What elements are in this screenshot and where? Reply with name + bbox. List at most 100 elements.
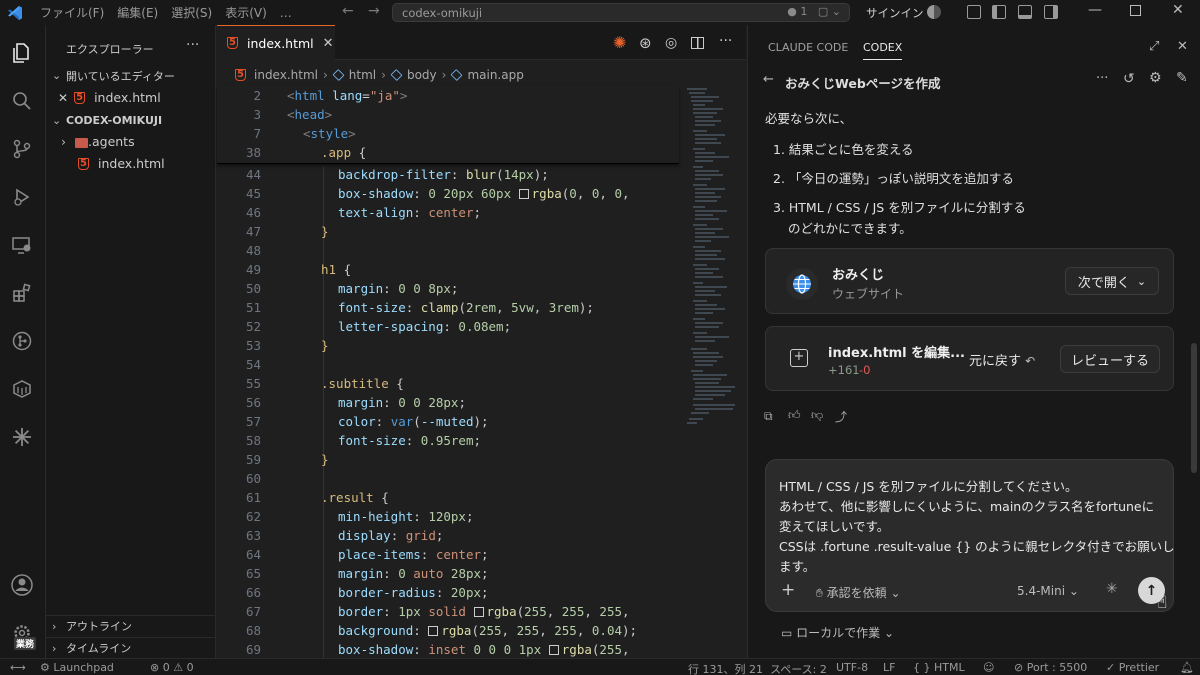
thumbs-up-icon[interactable]: 👍︎ — [788, 408, 801, 423]
sticky-scroll[interactable]: 2 <html lang="ja"> 3 <head> 7 <style> 38… — [217, 86, 679, 164]
attach-plus-icon[interactable]: + — [781, 580, 795, 600]
more-actions-icon[interactable]: ··· — [186, 37, 199, 53]
extensions-icon[interactable] — [8, 279, 36, 307]
close-window-icon[interactable]: ✕ — [1172, 2, 1184, 18]
cursor-position[interactable]: 行 131、列 21 — [688, 661, 763, 675]
search-icon[interactable] — [8, 87, 36, 115]
code-line: h1 { — [321, 262, 352, 277]
line-ending[interactable]: LF — [883, 661, 895, 674]
menu-file[interactable]: ファイル(F) — [40, 4, 104, 21]
back-arrow-icon[interactable]: ← — [342, 3, 354, 19]
problems-indicator[interactable]: ⊗ 0 ⚠ 0 — [150, 661, 194, 674]
menu-more[interactable]: … — [280, 6, 292, 20]
live-server-port[interactable]: ⊘ Port : 5500 — [1014, 661, 1087, 674]
layout-customize-icon[interactable] — [967, 5, 981, 19]
toggle-secondary-sidebar-icon[interactable] — [1044, 5, 1058, 19]
launchpad-button[interactable]: ⚙ Launchpad — [40, 661, 114, 674]
breadcrumb: 5 index.html › html › body › main.app — [217, 64, 524, 86]
gitlens-icon[interactable] — [8, 327, 36, 355]
explorer-icon[interactable] — [8, 39, 36, 67]
back-arrow-icon[interactable]: ← — [763, 72, 774, 87]
account-icon[interactable] — [8, 571, 36, 599]
prompt-text-line: HTML / CSS / JS を別ファイルに分割してください。 — [779, 479, 1078, 494]
activity-bar: 業務 — [0, 25, 46, 658]
new-chat-icon[interactable]: ✎ — [1176, 70, 1188, 86]
model-dropdown[interactable]: 5.4-Mini ⌄ — [1017, 584, 1079, 598]
code-line: <head> — [287, 107, 333, 122]
outline-section[interactable]: › アウトライン — [46, 615, 216, 636]
menu-selection[interactable]: 選択(S) — [171, 4, 212, 21]
claude-icon[interactable] — [8, 423, 36, 451]
source-control-icon[interactable] — [8, 135, 36, 163]
notifications-bell-icon[interactable]: 🔔︎ — [1180, 661, 1194, 674]
prompt-composer[interactable]: HTML / CSS / JS を別ファイルに分割してください。 あわせて、他に… — [765, 459, 1175, 613]
split-editor-icon[interactable] — [691, 37, 704, 49]
open-with-label: 次で開く — [1077, 275, 1130, 291]
code-editor[interactable]: 44 backdrop-filter: blur(14px); 45 box-s… — [217, 86, 679, 658]
assistant-intro: 必要なら次に、 — [765, 111, 853, 126]
indentation[interactable]: スペース: 2 — [770, 661, 827, 675]
tab-index-html[interactable]: 5 index.html ✕ — [217, 25, 335, 60]
run-debug-icon[interactable] — [8, 183, 36, 211]
copy-icon[interactable]: ⧉ — [764, 409, 773, 424]
review-button[interactable]: レビューする — [1060, 345, 1160, 373]
account-shield-icon[interactable] — [927, 5, 941, 19]
timeline-section[interactable]: › タイムライン — [46, 637, 216, 658]
history-icon[interactable]: ↺ — [1123, 71, 1135, 87]
copilot-icon[interactable]: ☺ — [983, 661, 994, 674]
close-panel-icon[interactable]: ✕ — [1177, 39, 1188, 54]
forward-arrow-icon[interactable]: → — [368, 3, 380, 19]
line-number: 3 — [253, 107, 261, 122]
tab-claude-code[interactable]: CLAUDE CODE — [768, 41, 848, 54]
chat-icon[interactable]: ▢ — [818, 5, 828, 18]
settings-gear-icon[interactable]: ⚙ — [1149, 70, 1162, 86]
undo-button[interactable]: 元に戻す ↶ — [969, 350, 1035, 369]
openai-action-icon[interactable]: ⊛ — [639, 34, 652, 52]
tab-codex[interactable]: CODEX — [863, 41, 903, 60]
open-editors-section[interactable]: ⌄ 開いているエディター — [46, 65, 216, 86]
chevron-down-icon: ⌄ — [890, 586, 901, 600]
remote-indicator-icon[interactable]: ⟷ — [10, 661, 26, 674]
minimap[interactable] — [687, 86, 739, 486]
reasoning-sparkle-icon[interactable]: ✳ — [1106, 581, 1118, 597]
menu-view[interactable]: 表示(V) — [225, 4, 267, 21]
close-tab-icon[interactable]: ✕ — [323, 36, 334, 51]
local-work-dropdown[interactable]: ▭ ローカルで作業 ⌄ — [781, 624, 894, 641]
editor-more-icon[interactable]: ··· — [719, 33, 732, 49]
command-center-search[interactable]: codex-omikuji ● 1 ▢ ⌄ — [392, 3, 850, 22]
toggle-panel-icon[interactable] — [1018, 5, 1032, 19]
claude-action-icon[interactable]: ✺ — [613, 33, 626, 52]
edit-card-title: index.html を編集... — [828, 346, 965, 361]
menu-edit[interactable]: 編集(E) — [117, 4, 158, 21]
minimize-icon[interactable]: — — [1088, 2, 1102, 18]
prettier-status[interactable]: ✓ Prettier — [1106, 661, 1159, 674]
open-preview-globe-icon[interactable]: ◎ — [665, 35, 677, 51]
line-number: 69 — [245, 642, 261, 657]
breadcrumb-item[interactable]: html — [349, 68, 376, 82]
expand-icon[interactable]: ⤢ — [1149, 39, 1159, 54]
close-icon[interactable]: ✕ — [58, 91, 68, 105]
open-editor-item[interactable]: ✕ 5 index.html — [46, 87, 216, 108]
breadcrumb-item[interactable]: body — [407, 68, 437, 82]
remote-explorer-icon[interactable] — [8, 231, 36, 259]
panel-scrollbar[interactable] — [1191, 343, 1197, 473]
signin-button[interactable]: サインイン — [866, 5, 924, 21]
line-number: 38 — [245, 145, 261, 160]
containers-icon[interactable] — [8, 375, 36, 403]
tree-item-agents-folder[interactable]: › .agents — [46, 131, 216, 152]
line-number: 64 — [245, 547, 261, 562]
notification-count[interactable]: ● 1 ▢ ⌄ — [787, 5, 841, 18]
project-section[interactable]: ⌄ CODEX-OMIKUJI — [46, 110, 216, 131]
breadcrumb-item[interactable]: main.app — [467, 68, 523, 82]
breadcrumb-item[interactable]: index.html — [254, 68, 318, 82]
language-mode[interactable]: { } HTML — [913, 661, 965, 674]
thumbs-down-icon[interactable]: 👎︎ — [811, 408, 823, 423]
encoding[interactable]: UTF-8 — [836, 661, 868, 674]
open-with-button[interactable]: 次で開く ⌄ — [1065, 267, 1159, 295]
conversation-more-icon[interactable]: ··· — [1096, 71, 1108, 86]
approval-dropdown[interactable]: ✋︎ 承認を依頼 ⌄ — [816, 584, 901, 601]
tree-item-index-html[interactable]: 5 index.html — [46, 153, 216, 174]
maximize-icon[interactable] — [1130, 5, 1141, 16]
share-icon[interactable]: ⤴ — [835, 408, 847, 425]
toggle-primary-sidebar-icon[interactable] — [992, 5, 1006, 19]
